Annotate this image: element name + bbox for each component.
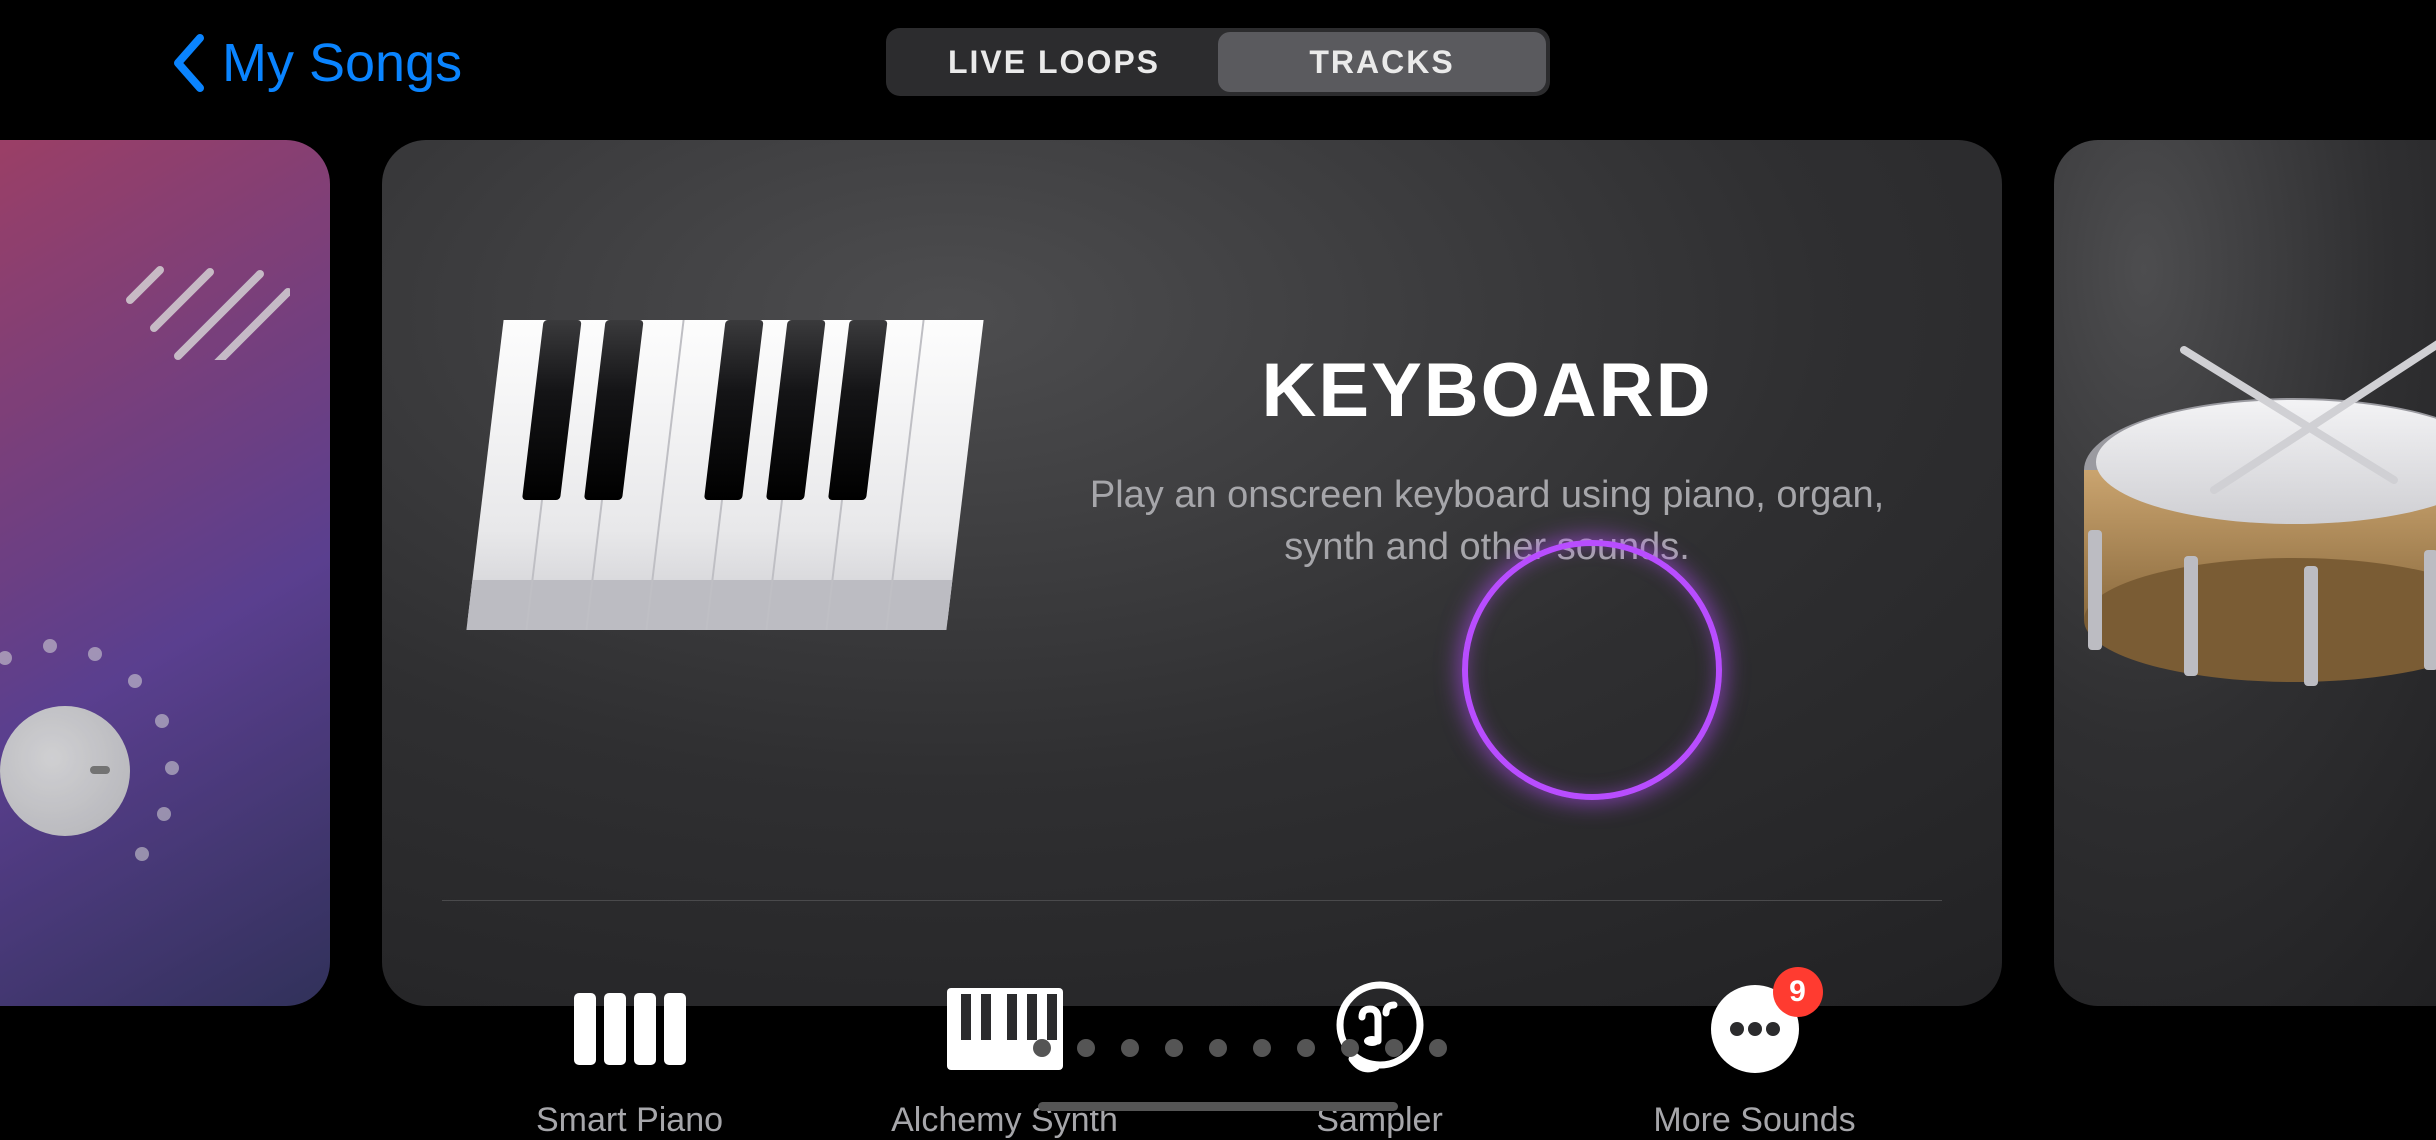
page-dot[interactable] [1297, 1039, 1315, 1057]
segment-tracks[interactable]: TRACKS [1218, 32, 1546, 92]
home-indicator [1038, 1102, 1398, 1111]
option-smart-piano[interactable]: Smart Piano [460, 979, 800, 1140]
page-indicator[interactable] [989, 1039, 1447, 1057]
page-dot[interactable] [1077, 1039, 1095, 1057]
page-dot[interactable] [1341, 1039, 1359, 1057]
chevron-left-icon [170, 34, 204, 92]
card-hero: KEYBOARD Play an onscreen keyboard using… [382, 140, 2002, 780]
page-dot[interactable] [1121, 1039, 1139, 1057]
keyboard-illustration [382, 250, 1062, 670]
waveform-icon [110, 180, 290, 360]
page-dot[interactable] [1209, 1039, 1227, 1057]
page-dot[interactable] [1429, 1039, 1447, 1057]
page-dot[interactable] [1385, 1039, 1403, 1057]
card-title: KEYBOARD [1062, 347, 1912, 434]
more-sounds-badge: 9 [1773, 967, 1823, 1017]
top-nav: My Songs LIVE LOOPS TRACKS [0, 0, 2436, 126]
page-dot[interactable] [989, 1039, 1007, 1057]
option-label: Smart Piano [460, 1101, 800, 1140]
instrument-card-keyboard[interactable]: KEYBOARD Play an onscreen keyboard using… [382, 140, 2002, 1006]
knob-ticks-icon [0, 626, 220, 906]
mode-segmented-control: LIVE LOOPS TRACKS [886, 28, 1550, 96]
page-dot[interactable] [1033, 1039, 1051, 1057]
more-sounds-icon: 9 [1585, 979, 1925, 1079]
sampler-icon [1210, 979, 1550, 1079]
drum-icon [2064, 330, 2436, 790]
option-more-sounds[interactable]: 9 More Sounds [1585, 979, 1925, 1140]
card-subtitle: Play an onscreen keyboard using piano, o… [1062, 470, 1912, 573]
instrument-carousel[interactable]: KEYBOARD Play an onscreen keyboard using… [0, 140, 2436, 1006]
instrument-card-prev[interactable] [0, 140, 330, 1006]
option-label: More Sounds [1585, 1101, 1925, 1140]
option-alchemy-synth[interactable]: Alchemy Synth [835, 979, 1175, 1140]
back-label: My Songs [222, 32, 462, 94]
segment-live-loops[interactable]: LIVE LOOPS [890, 32, 1218, 92]
instrument-card-next[interactable] [2054, 140, 2436, 1006]
smart-piano-icon [460, 979, 800, 1079]
back-button[interactable]: My Songs [170, 0, 462, 126]
option-sampler[interactable]: Sampler [1210, 979, 1550, 1140]
card-divider [442, 900, 1942, 901]
alchemy-synth-icon [835, 979, 1175, 1079]
page-dot[interactable] [1253, 1039, 1271, 1057]
page-dot[interactable] [1165, 1039, 1183, 1057]
